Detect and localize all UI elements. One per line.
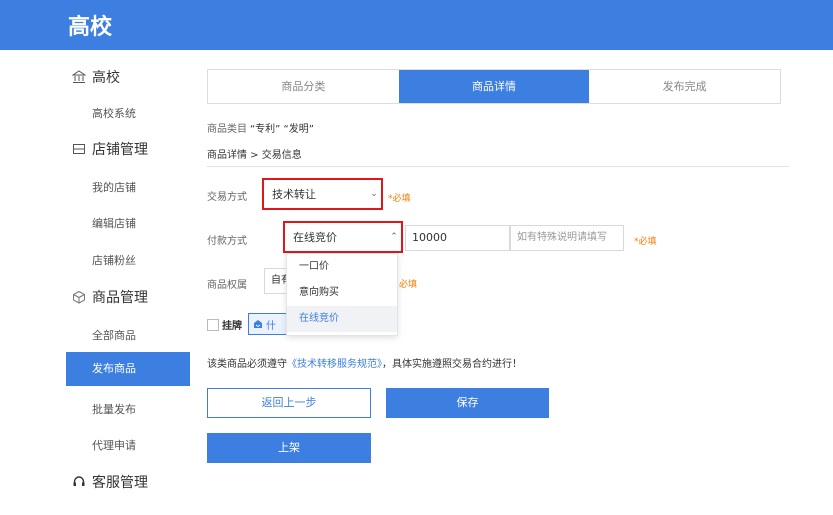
category-info: 商品类目 “专利” “发明”	[207, 120, 314, 135]
back-button[interactable]: 返回上一步	[207, 388, 371, 418]
step-complete: 发布完成	[662, 80, 707, 93]
category-label: 商品类目	[207, 124, 247, 135]
ownership-label: 商品权属	[207, 280, 247, 291]
sidebar-item-publish-product[interactable]: 发布商品	[66, 352, 190, 386]
payment-note-input[interactable]: 如有特殊说明请填写	[510, 225, 624, 251]
payment-method-dropdown: 一口价 意向购买 在线竞价	[286, 253, 398, 336]
ownership-required: 必填	[399, 280, 418, 290]
notice-prefix: 该类商品必须遵守	[207, 359, 287, 370]
sidebar-group-label: 客服管理	[92, 475, 148, 491]
payment-method-select[interactable]: 在线竞价 ⌃	[283, 221, 403, 253]
sidebar-group-products[interactable]: 商品管理	[72, 287, 148, 307]
sidebar-item-agent-apply[interactable]: 代理申请	[92, 437, 136, 453]
chevron-up-icon: ⌃	[390, 232, 398, 242]
bank-icon	[72, 70, 86, 84]
divider	[207, 166, 789, 167]
option-fixed-price[interactable]: 一口价	[287, 254, 397, 280]
sidebar-item-edit-store[interactable]: 编辑店铺	[92, 215, 136, 231]
sidebar: 高校 高校系统 店铺管理 我的店铺 编辑店铺 店铺粉丝 商品管理 全部商品 发布…	[0, 50, 190, 515]
sidebar-item-batch-publish[interactable]: 批量发布	[92, 401, 136, 417]
bid-amount-input[interactable]: 10000	[405, 225, 510, 251]
sidebar-group-store[interactable]: 店铺管理	[72, 139, 148, 159]
sidebar-item-university-system[interactable]: 高校系统	[92, 105, 136, 121]
save-button[interactable]: 保存	[386, 388, 549, 418]
sidebar-group-customer-service[interactable]: 客服管理	[72, 472, 148, 492]
payment-method-required: *必填	[634, 237, 657, 247]
option-intent-purchase[interactable]: 意向购买	[287, 280, 397, 306]
step-category: 商品分类	[281, 80, 326, 93]
tag-icon	[253, 319, 263, 329]
category-values: “专利” “发明”	[250, 124, 314, 135]
option-online-bidding[interactable]: 在线竞价	[287, 306, 397, 332]
publish-button[interactable]: 上架	[207, 433, 371, 463]
sidebar-group-label: 高校	[92, 70, 120, 86]
headset-icon	[72, 475, 86, 489]
store-icon	[72, 142, 86, 156]
trade-method-label: 交易方式	[207, 192, 247, 203]
breadcrumb: 商品详情 > 交易信息	[207, 150, 302, 161]
trade-method-select[interactable]: 技术转让 ⌄	[262, 178, 383, 210]
listing-tag-text: 什	[266, 320, 276, 332]
payment-method-label: 付款方式	[207, 236, 247, 247]
listing-label: 挂牌	[222, 321, 242, 332]
payment-method-value: 在线竞价	[293, 231, 337, 244]
listing-checkbox[interactable]	[207, 319, 219, 331]
sidebar-group-label: 商品管理	[92, 290, 148, 306]
sidebar-item-all-products[interactable]: 全部商品	[92, 327, 136, 343]
sidebar-item-my-store[interactable]: 我的店铺	[92, 179, 136, 195]
sidebar-group-university[interactable]: 高校	[72, 67, 120, 87]
box-icon	[72, 290, 86, 304]
trade-method-required: *必填	[388, 194, 411, 204]
chevron-down-icon: ⌄	[370, 189, 378, 199]
compliance-notice: 该类商品必须遵守《技术转移服务规范》，具体实施遵照交易合约进行！	[207, 355, 522, 370]
notice-suffix: ，具体实施遵照交易合约进行！	[382, 359, 522, 370]
service-spec-link[interactable]: 《技术转移服务规范》	[287, 359, 382, 370]
app-title: 高校	[68, 15, 113, 40]
listing-tag-button[interactable]: 什	[248, 313, 288, 335]
step-details: 商品详情	[398, 70, 590, 103]
trade-method-value: 技术转让	[272, 188, 316, 201]
top-bar: 高校	[0, 0, 833, 50]
progress-steps: 商品分类 商品详情 发布完成	[207, 69, 781, 104]
sidebar-item-store-fans[interactable]: 店铺粉丝	[92, 252, 136, 268]
sidebar-group-label: 店铺管理	[92, 142, 148, 158]
